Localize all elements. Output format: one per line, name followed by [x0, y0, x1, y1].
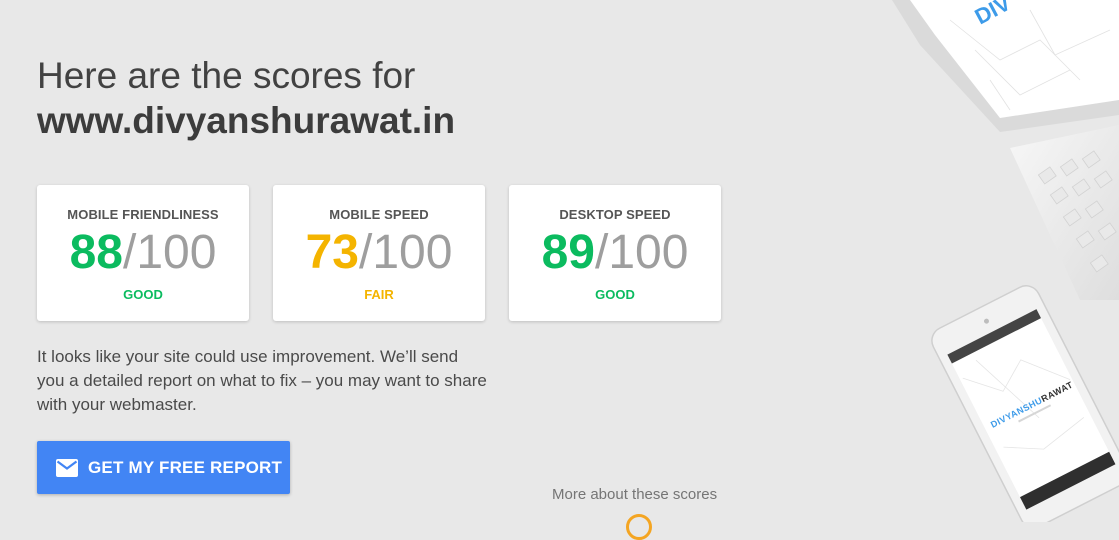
phone-icon: DIVYANSHURAWAT	[931, 285, 1119, 522]
card-label: DESKTOP SPEED	[559, 207, 671, 222]
card-label: MOBILE FRIENDLINESS	[67, 207, 219, 222]
more-about-scores-link[interactable]: More about these scores	[552, 486, 717, 503]
score-rating: GOOD	[595, 287, 635, 302]
score-value: 88	[69, 226, 123, 279]
score-max: /100	[594, 226, 689, 279]
score-card-mobile-friendliness: MOBILE FRIENDLINESS 88/100 GOOD	[37, 185, 249, 321]
score-max: /100	[358, 226, 453, 279]
card-score: 88/100	[37, 225, 249, 281]
get-free-report-button[interactable]: GET MY FREE REPORT	[37, 441, 290, 494]
heading-intro: Here are the scores for	[37, 55, 416, 96]
score-value: 89	[541, 226, 595, 279]
card-score: 73/100	[273, 225, 485, 281]
card-score: 89/100	[509, 225, 721, 281]
score-rating: GOOD	[123, 287, 163, 302]
expand-indicator-icon[interactable]	[626, 514, 652, 540]
improvement-description: It looks like your site could use improv…	[37, 347, 487, 414]
score-card-mobile-speed: MOBILE SPEED 73/100 FAIR	[273, 185, 485, 321]
site-domain: www.divyanshurawat.in	[37, 100, 456, 141]
cta-label: GET MY FREE REPORT	[88, 457, 283, 477]
devices-illustration: DIV DIVYANSHURAWAT	[892, 0, 1119, 522]
card-label: MOBILE SPEED	[329, 207, 429, 222]
mail-icon	[56, 458, 78, 477]
laptop-icon: DIV	[892, 0, 1119, 300]
page-heading: Here are the scores for www.divyanshuraw…	[37, 54, 455, 144]
score-cards: MOBILE FRIENDLINESS 88/100 GOOD MOBILE S…	[37, 185, 721, 321]
score-value: 73	[305, 226, 359, 279]
score-max: /100	[122, 226, 217, 279]
score-rating: FAIR	[364, 287, 394, 302]
score-card-desktop-speed: DESKTOP SPEED 89/100 GOOD	[509, 185, 721, 321]
